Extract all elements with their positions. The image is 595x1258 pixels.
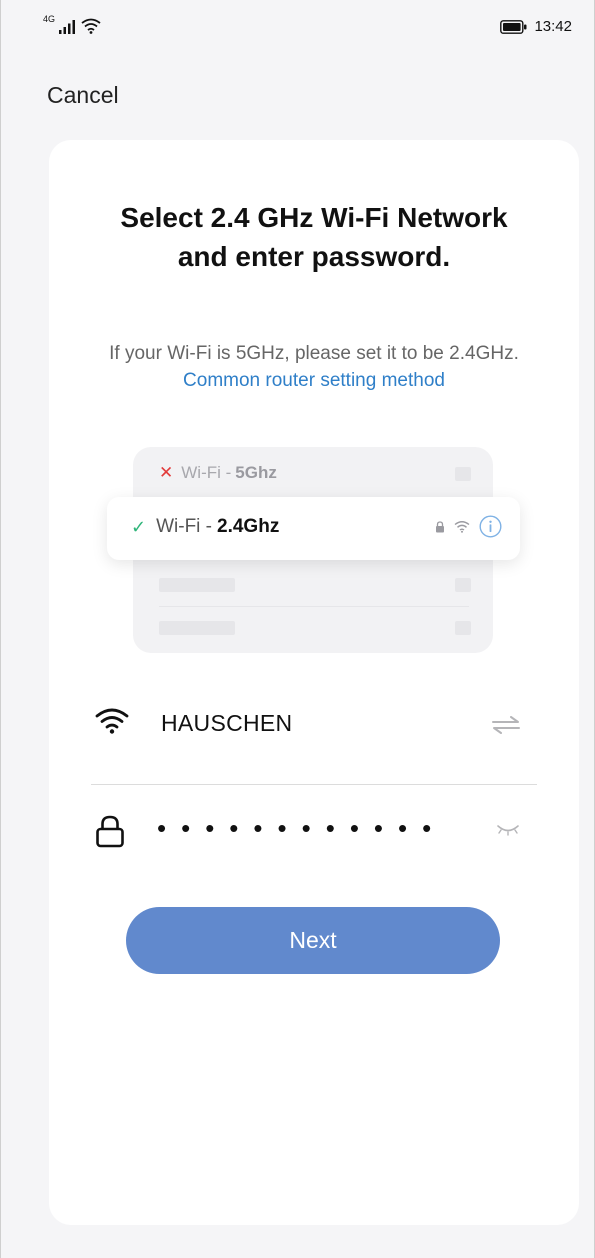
clock: 13:42: [534, 18, 572, 35]
wifi-name-field[interactable]: HAUSCHEN: [87, 695, 537, 755]
phone-screen: 4G 13:42 Cancel Select 2.4 GHz Wi-Fi Net…: [0, 0, 595, 1258]
password-field[interactable]: ••••••••••••: [87, 802, 537, 862]
subtitle: If your Wi-Fi is 5GHz, please set it to …: [79, 340, 549, 394]
status-right: 13:42: [500, 18, 572, 35]
battery-icon: [500, 19, 527, 34]
placeholder-square: [455, 578, 471, 592]
wifi-5g-band: 5Ghz: [235, 463, 277, 482]
placeholder-bar: [159, 621, 235, 635]
wifi-setup-card: Select 2.4 GHz Wi-Fi Network and enter p…: [49, 140, 579, 1225]
placeholder-bar: [159, 578, 235, 592]
password-value: ••••••••••••: [157, 813, 447, 843]
next-button[interactable]: Next: [126, 907, 500, 974]
wifi-5g-prefix: Wi-Fi -: [181, 463, 232, 482]
cross-icon: ✕: [159, 463, 174, 482]
subtitle-text: If your Wi-Fi is 5GHz, please set it to …: [109, 343, 519, 364]
wifi-24g-prefix: Wi-Fi -: [156, 516, 213, 537]
cancel-button[interactable]: Cancel: [47, 82, 119, 109]
info-icon: [479, 515, 502, 538]
status-bar: 4G 13:42: [1, 0, 594, 60]
wifi-24g-icons: [435, 515, 502, 538]
wifi-5g-row: ✕ Wi-Fi - 5Ghz: [159, 463, 277, 483]
lock-small-icon: [436, 520, 444, 532]
eye-closed-icon[interactable]: [495, 822, 521, 836]
router-setting-link[interactable]: Common router setting method: [183, 370, 445, 391]
placeholder-square: [455, 621, 471, 635]
switch-network-icon[interactable]: [491, 715, 521, 735]
lock-icon: [96, 815, 124, 848]
placeholder-divider: [159, 606, 469, 607]
wifi-icon: [95, 708, 129, 734]
status-left: 4G: [43, 14, 101, 34]
signal-icon: [59, 20, 76, 34]
wifi-status-icon: [81, 18, 101, 34]
field-divider: [91, 784, 537, 785]
network-type-label: 4G: [43, 14, 56, 24]
wifi-24g-label: ✓ Wi-Fi - 2.4Ghz: [131, 516, 279, 538]
page-title: Select 2.4 GHz Wi-Fi Network and enter p…: [120, 202, 508, 272]
check-icon: ✓: [131, 516, 147, 537]
wifi-24g-band: 2.4Ghz: [217, 516, 280, 537]
wifi-24g-row: ✓ Wi-Fi - 2.4Ghz: [107, 497, 520, 560]
placeholder-square: [455, 467, 471, 481]
wifi-small-icon: [454, 521, 470, 533]
wifi-name-value: HAUSCHEN: [161, 710, 293, 736]
